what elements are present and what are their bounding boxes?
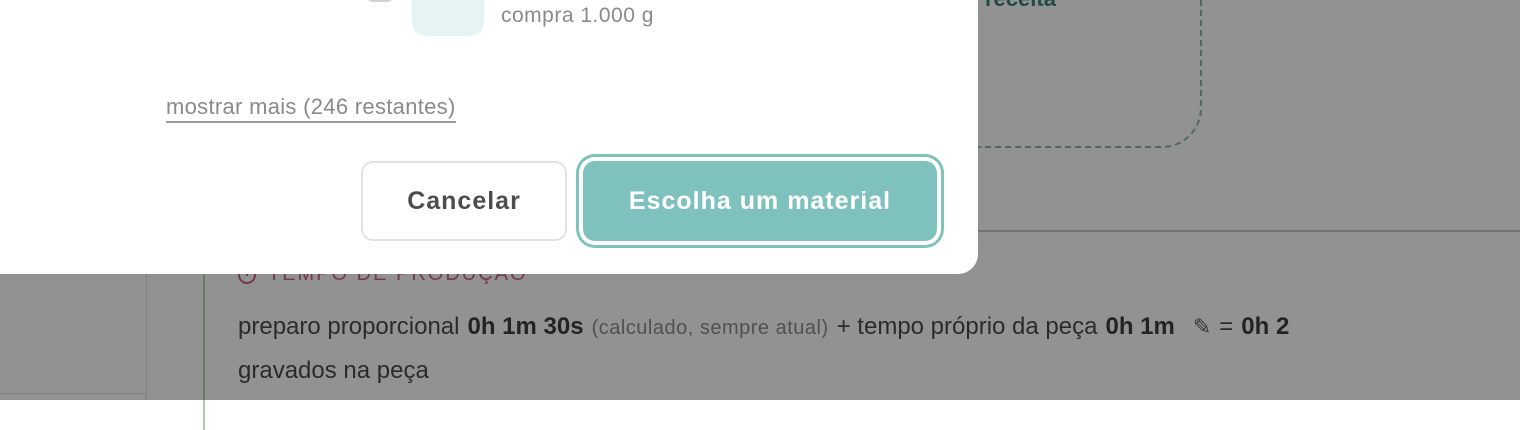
purchase-quantity: compra 1.000 g	[501, 4, 654, 27]
material-swatch	[412, 0, 484, 36]
show-more-link[interactable]: mostrar mais (246 restantes)	[166, 94, 456, 123]
choose-material-button[interactable]: Escolha um material	[583, 161, 937, 241]
cancel-button[interactable]: Cancelar	[361, 161, 567, 241]
